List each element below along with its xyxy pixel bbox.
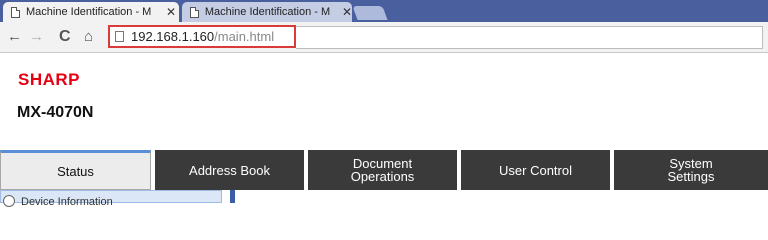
tab-label: Status xyxy=(57,163,94,179)
page-icon xyxy=(190,6,199,18)
browser-tab-strip: Machine Identification - M ✕ Machine Ide… xyxy=(0,0,768,22)
close-icon[interactable]: ✕ xyxy=(342,6,352,18)
sidebar-item-device-information[interactable]: Device Information xyxy=(0,190,222,208)
url-path: /main.html xyxy=(214,29,275,44)
tab-status[interactable]: Status xyxy=(0,150,151,190)
tab-system-settings[interactable]: System Settings xyxy=(614,150,768,190)
page-icon xyxy=(11,6,20,18)
content-accent-bar xyxy=(230,190,235,203)
tab-user-control[interactable]: User Control xyxy=(461,150,610,190)
browser-tab-inactive[interactable]: Machine Identification - M ✕ xyxy=(182,2,352,22)
tab-label: Document Operations xyxy=(350,156,415,184)
browser-toolbar: ← → C ⌂ 192.168.1.160/main.html xyxy=(0,22,768,53)
browser-tab-title: Machine Identification - M xyxy=(26,6,152,18)
tab-document-operations[interactable]: Document Operations xyxy=(308,150,457,190)
sidebar-item-label: Device Information xyxy=(21,196,113,208)
new-tab-button[interactable] xyxy=(352,6,388,20)
reload-icon[interactable]: C xyxy=(59,28,71,46)
main-nav-tabs: Status Address Book Document Operations … xyxy=(0,150,768,190)
brand-logo: SHARP xyxy=(18,70,81,89)
back-arrow-icon[interactable]: ← xyxy=(7,28,22,46)
tab-label: System Settings xyxy=(667,156,715,184)
address-bar[interactable]: 192.168.1.160/main.html xyxy=(108,25,296,48)
radio-icon xyxy=(3,195,15,207)
page-icon xyxy=(115,31,124,42)
browser-tab-title: Machine Identification - M xyxy=(204,6,331,18)
forward-arrow-icon[interactable]: → xyxy=(29,28,44,46)
address-bar-extension[interactable] xyxy=(296,26,763,49)
home-icon[interactable]: ⌂ xyxy=(84,28,93,46)
url-host: 192.168.1.160 xyxy=(131,29,215,44)
close-icon[interactable]: ✕ xyxy=(166,6,176,18)
model-name: MX-4070N xyxy=(17,104,94,121)
tab-address-book[interactable]: Address Book xyxy=(155,150,304,190)
browser-tab-active[interactable]: Machine Identification - M ✕ xyxy=(3,2,179,22)
tab-label: Address Book xyxy=(189,162,270,178)
tab-label: User Control xyxy=(499,162,572,178)
